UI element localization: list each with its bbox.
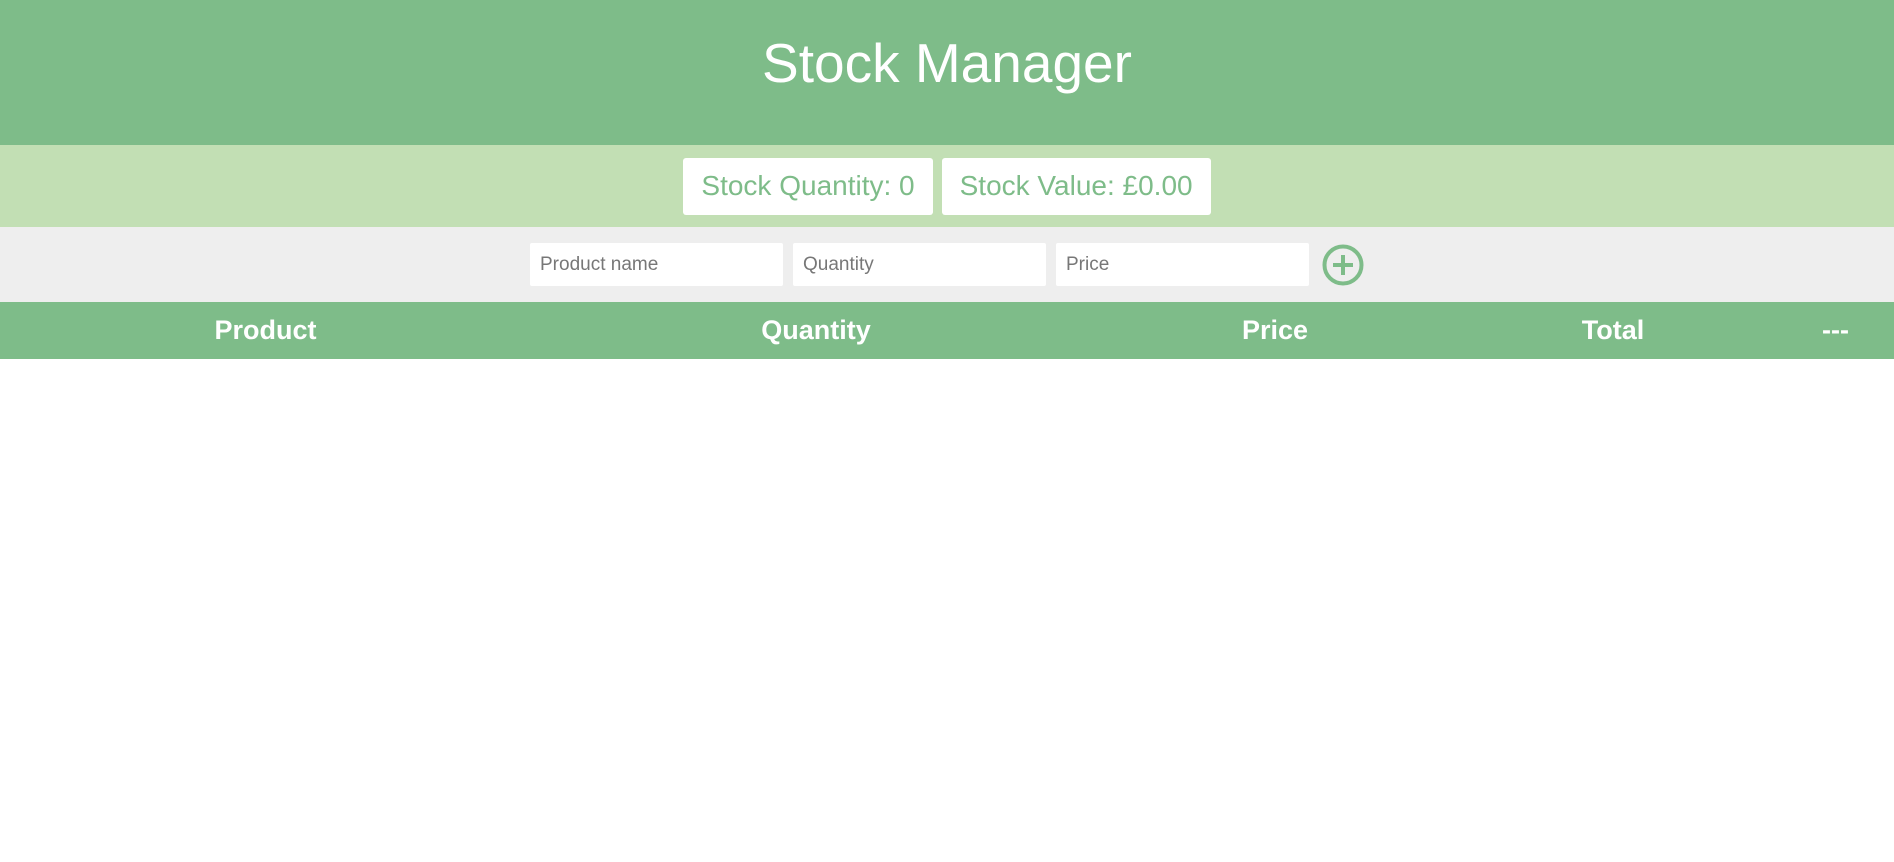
price-input[interactable] — [1056, 243, 1309, 286]
add-product-form — [0, 227, 1894, 302]
stock-value-badge: Stock Value: £0.00 — [941, 157, 1211, 215]
column-header-quantity: Quantity — [761, 315, 871, 345]
add-product-button[interactable] — [1322, 244, 1364, 286]
column-header-product: Product — [214, 315, 317, 345]
page-title: Stock Manager — [762, 31, 1132, 94]
column-header-price: Price — [1241, 315, 1309, 345]
app-header: Stock Manager — [0, 0, 1894, 145]
stock-table-header: Product Quantity Price Total --- — [0, 302, 1894, 359]
quantity-input[interactable] — [793, 243, 1046, 286]
column-header-actions: --- — [1822, 315, 1849, 345]
stats-bar: Stock Quantity: 0 Stock Value: £0.00 — [0, 145, 1894, 227]
product-name-input[interactable] — [530, 243, 783, 286]
stock-quantity-badge: Stock Quantity: 0 — [683, 157, 933, 215]
column-header-total: Total — [1581, 315, 1645, 345]
plus-circle-icon — [1322, 244, 1364, 285]
